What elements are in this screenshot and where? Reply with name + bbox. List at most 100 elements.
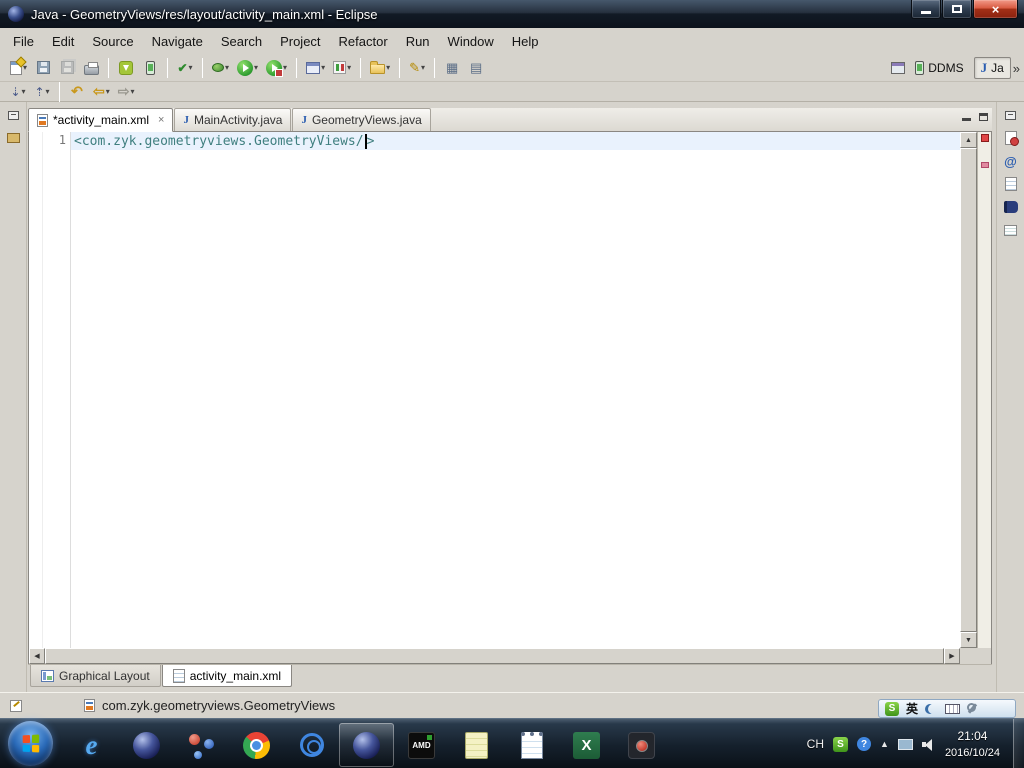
back-button[interactable]: ⇦ ▾ — [90, 81, 113, 103]
dropdown-arrow-icon[interactable]: ▾ — [22, 87, 26, 96]
dropdown-arrow-icon[interactable]: ▾ — [225, 63, 229, 72]
close-button[interactable]: × — [973, 0, 1018, 19]
dropdown-arrow-icon[interactable]: ▾ — [189, 63, 193, 72]
previous-annotation-button[interactable]: ⇡ ▾ — [31, 81, 53, 103]
soft-keyboard-icon[interactable] — [945, 703, 961, 714]
tab-activity-main-xml[interactable]: *activity_main.xml × — [28, 108, 174, 132]
android-sdk-manager-button[interactable] — [115, 57, 137, 79]
show-desktop-button[interactable] — [1013, 719, 1024, 768]
scroll-left-button[interactable]: ◀ — [29, 648, 45, 664]
avd-manager-button[interactable] — [139, 57, 161, 79]
dropdown-arrow-icon[interactable]: ▾ — [46, 87, 50, 96]
menu-navigate[interactable]: Navigate — [143, 31, 212, 52]
tab-graphical-layout[interactable]: Graphical Layout — [30, 665, 161, 687]
open-resource-button[interactable]: ▾ — [367, 57, 393, 79]
declaration-view-button[interactable] — [1000, 174, 1022, 194]
save-button[interactable] — [32, 57, 54, 79]
dropdown-arrow-icon[interactable]: ▾ — [283, 63, 287, 72]
ime-settings-wrench-icon[interactable] — [967, 703, 978, 714]
menu-run[interactable]: Run — [397, 31, 439, 52]
dropdown-arrow-icon[interactable]: ▾ — [421, 63, 425, 72]
debug-button[interactable]: ▾ — [209, 57, 232, 79]
moon-icon[interactable] — [928, 704, 938, 714]
package-explorer-button[interactable] — [2, 128, 24, 148]
last-edit-location-button[interactable]: ↶ — [66, 81, 88, 103]
line-number-gutter[interactable]: 1 — [43, 132, 71, 648]
scroll-down-button[interactable]: ▼ — [960, 632, 977, 648]
properties-view-button[interactable] — [1000, 220, 1022, 240]
forward-button[interactable]: ⇨ ▾ — [115, 81, 138, 103]
mark-occurrences-button[interactable]: ✎ ▾ — [406, 57, 428, 79]
tab-mainactivity-java[interactable]: J MainActivity.java — [174, 108, 292, 131]
taskbar-item-internet-explorer[interactable]: e — [64, 723, 119, 767]
menu-file[interactable]: File — [4, 31, 43, 52]
menu-project[interactable]: Project — [271, 31, 329, 52]
minimize-button[interactable] — [911, 0, 941, 19]
overview-ruler[interactable] — [977, 132, 991, 648]
dropdown-arrow-icon[interactable]: ▾ — [321, 63, 325, 72]
restore-views-button[interactable] — [2, 105, 24, 125]
menu-search[interactable]: Search — [212, 31, 271, 52]
volume-tray-icon[interactable] — [921, 738, 936, 751]
network-tray-icon[interactable] — [897, 738, 913, 750]
maximize-button[interactable] — [942, 0, 972, 19]
dropdown-arrow-icon[interactable]: ▾ — [106, 87, 110, 96]
taskbar-item-rings-app[interactable] — [284, 723, 339, 767]
taskbar-item-excel[interactable]: X — [559, 723, 614, 767]
save-all-button[interactable] — [56, 57, 78, 79]
console-view-button[interactable] — [1000, 197, 1022, 217]
external-tools-button[interactable]: ▾ — [263, 57, 290, 79]
dropdown-arrow-icon[interactable]: ▾ — [130, 87, 134, 96]
sogou-logo-icon[interactable]: S — [885, 701, 899, 716]
show-view-table-button[interactable]: ▦ — [441, 57, 463, 79]
javadoc-view-button[interactable]: @ — [1000, 151, 1022, 171]
tab-geometryviews-java[interactable]: J GeometryViews.java — [292, 108, 431, 131]
perspective-ddms[interactable]: DDMS — [908, 58, 970, 78]
dropdown-arrow-icon[interactable]: ▾ — [347, 63, 351, 72]
taskbar-item-molecule-app[interactable] — [174, 723, 229, 767]
title-bar[interactable]: Java - GeometryViews/res/layout/activity… — [0, 0, 1024, 28]
new-wizard-button[interactable]: ▾ — [7, 57, 30, 79]
taskbar-item-amd[interactable]: AMD — [394, 723, 449, 767]
taskbar-clock[interactable]: 21:04 2016/10/24 — [945, 727, 1000, 762]
maximize-editor-icon[interactable] — [979, 112, 988, 121]
problems-view-button[interactable] — [1000, 128, 1022, 148]
menu-window[interactable]: Window — [439, 31, 503, 52]
menu-help[interactable]: Help — [503, 31, 548, 52]
vertical-scrollbar[interactable]: ▲ ▼ — [960, 132, 977, 648]
show-view-list-button[interactable]: ▤ — [465, 57, 487, 79]
warning-marker[interactable] — [981, 162, 989, 168]
taskbar-item-eclipse[interactable] — [119, 723, 174, 767]
annotation-ruler[interactable] — [29, 132, 43, 648]
dropdown-arrow-icon[interactable]: ▾ — [254, 63, 258, 72]
horizontal-scroll-thumb[interactable] — [45, 648, 944, 664]
code-editor[interactable]: <com.zyk.geometryviews.GeometryViews/> — [71, 132, 960, 648]
new-java-project-button[interactable]: ▾ — [303, 57, 328, 79]
tab-activity-main-xml-source[interactable]: activity_main.xml — [161, 665, 293, 687]
perspective-java[interactable]: J Ja — [973, 57, 1011, 79]
taskbar-item-notes[interactable] — [449, 723, 504, 767]
scroll-up-button[interactable]: ▲ — [960, 132, 977, 148]
taskbar-item-media-app[interactable] — [614, 723, 669, 767]
taskbar-item-chrome[interactable] — [229, 723, 284, 767]
ime-language-toggle[interactable]: 英 — [906, 703, 918, 715]
horizontal-scrollbar[interactable]: ◀ ▶ — [28, 648, 992, 664]
menu-refactor[interactable]: Refactor — [330, 31, 397, 52]
sogou-tray-icon[interactable]: S — [833, 736, 849, 752]
run-button[interactable]: ▾ — [234, 57, 261, 79]
start-button[interactable] — [8, 721, 53, 766]
language-indicator[interactable]: CH — [807, 737, 824, 751]
tray-expand-icon[interactable]: ▲ — [880, 739, 889, 749]
restore-views-button[interactable] — [1000, 105, 1022, 125]
verify-button[interactable]: ✔ ▾ — [174, 57, 196, 79]
toolbar-overflow-icon[interactable]: » — [1013, 61, 1020, 76]
taskbar-item-eclipse-running[interactable] — [339, 723, 394, 767]
coverage-button[interactable]: ▾ — [330, 57, 354, 79]
minimize-editor-icon[interactable] — [962, 118, 971, 121]
close-tab-icon[interactable]: × — [158, 114, 164, 126]
vertical-scroll-thumb[interactable] — [960, 148, 977, 632]
taskbar-item-notepad[interactable] — [504, 723, 559, 767]
scroll-right-button[interactable]: ▶ — [944, 648, 960, 664]
dropdown-arrow-icon[interactable]: ▾ — [386, 63, 390, 72]
next-annotation-button[interactable]: ⇣ ▾ — [7, 81, 29, 103]
